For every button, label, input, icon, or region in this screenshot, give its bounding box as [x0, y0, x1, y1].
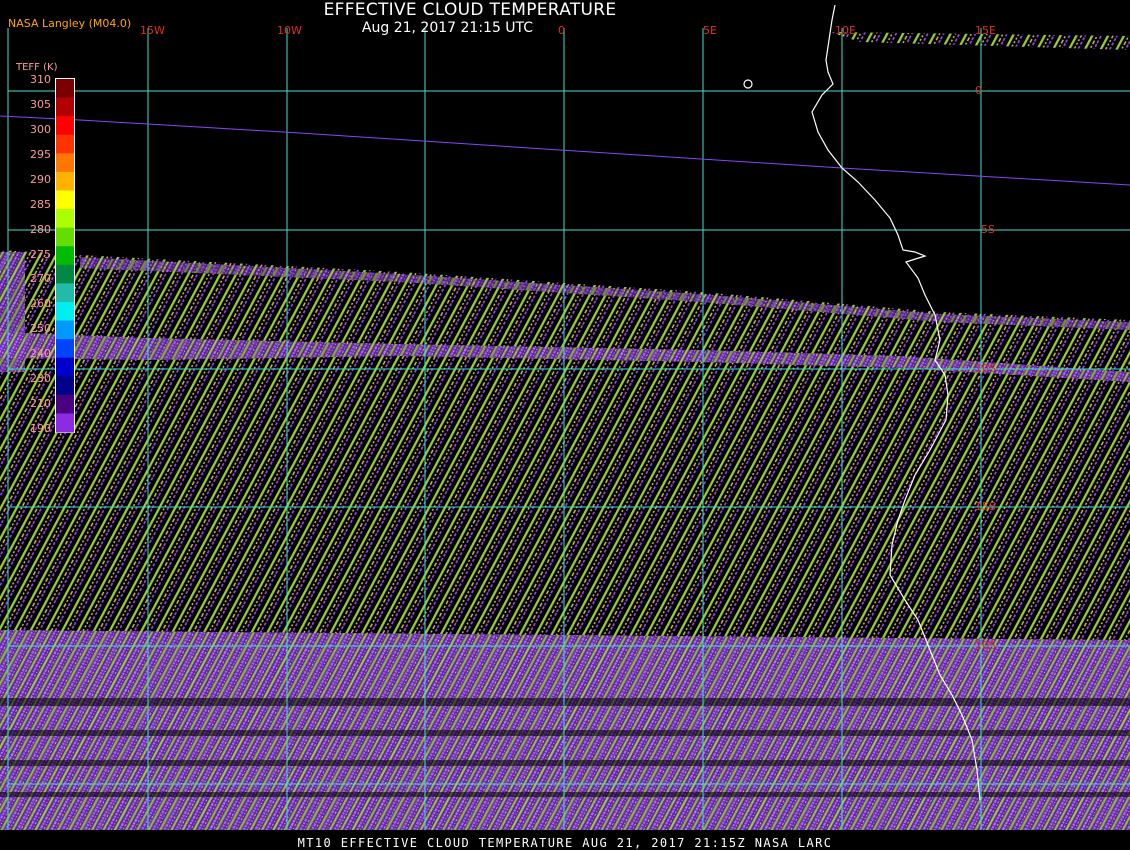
lon-label: 0 — [558, 24, 565, 37]
lat-label: 0 — [975, 84, 982, 97]
island — [743, 79, 753, 89]
legend-label: 250 — [30, 322, 51, 336]
colorbar-swatch — [56, 413, 74, 433]
colorbar-swatch — [56, 357, 74, 377]
lon-label: 5E — [703, 24, 717, 37]
colorbar-swatch — [56, 227, 74, 247]
legend-title: TEFF (K) — [16, 62, 58, 73]
lat-label: 20S — [975, 639, 996, 652]
legend-label: 190 — [30, 422, 51, 435]
colorbar-swatch — [56, 320, 74, 340]
footer-caption: MT10 EFFECTIVE CLOUD TEMPERATURE AUG 21,… — [297, 836, 833, 850]
map-title: EFFECTIVE CLOUD TEMPERATURE — [323, 0, 617, 20]
lat-label: 10S — [975, 362, 996, 375]
data-source: NASA Langley (M04.0) — [8, 17, 132, 30]
colorbar-swatch — [56, 339, 74, 359]
legend-label: 240 — [30, 347, 51, 361]
colorbar-swatch — [56, 301, 74, 322]
legend-label: 300 — [30, 122, 51, 136]
legend-label: 310 — [30, 73, 51, 86]
lon-label: 15W — [140, 24, 165, 37]
colorbar-swatch — [56, 246, 74, 266]
terminator-line — [0, 115, 1130, 186]
lon-label: 15E — [975, 24, 996, 37]
legend-label: 210 — [30, 397, 51, 411]
legend-label: 260 — [30, 297, 51, 311]
colorbar-swatch — [56, 153, 74, 173]
colorbar-swatch — [56, 97, 74, 117]
legend-label: 275 — [30, 247, 51, 261]
lat-label: 15S — [975, 500, 996, 513]
colorbar — [55, 78, 75, 433]
colorbar-swatch — [56, 209, 74, 229]
colorbar-swatch — [56, 171, 74, 191]
lon-label: 10E — [835, 24, 856, 37]
legend-label: 290 — [30, 172, 51, 186]
colorbar-swatch — [56, 79, 74, 99]
legend-label: 305 — [30, 97, 51, 111]
colorbar-swatch — [56, 134, 74, 154]
lat-label: 5S — [981, 223, 995, 236]
legend-label: 230 — [30, 372, 51, 386]
colorbar-swatch — [56, 376, 74, 396]
colorbar-swatch — [56, 264, 74, 284]
lon-label: 10W — [277, 24, 302, 37]
map-timestamp: Aug 21, 2017 21:15 UTC — [361, 20, 534, 36]
legend-label: 270 — [30, 272, 51, 286]
colorbar-swatch — [56, 283, 74, 303]
colorbar-swatch — [56, 394, 74, 414]
colorbar-swatch — [56, 116, 74, 136]
legend-label: 285 — [30, 197, 51, 211]
satellite-map — [0, 4, 1130, 830]
colorbar-swatch — [56, 190, 74, 210]
legend-label: 280 — [30, 222, 51, 236]
legend-label: 295 — [30, 147, 51, 161]
